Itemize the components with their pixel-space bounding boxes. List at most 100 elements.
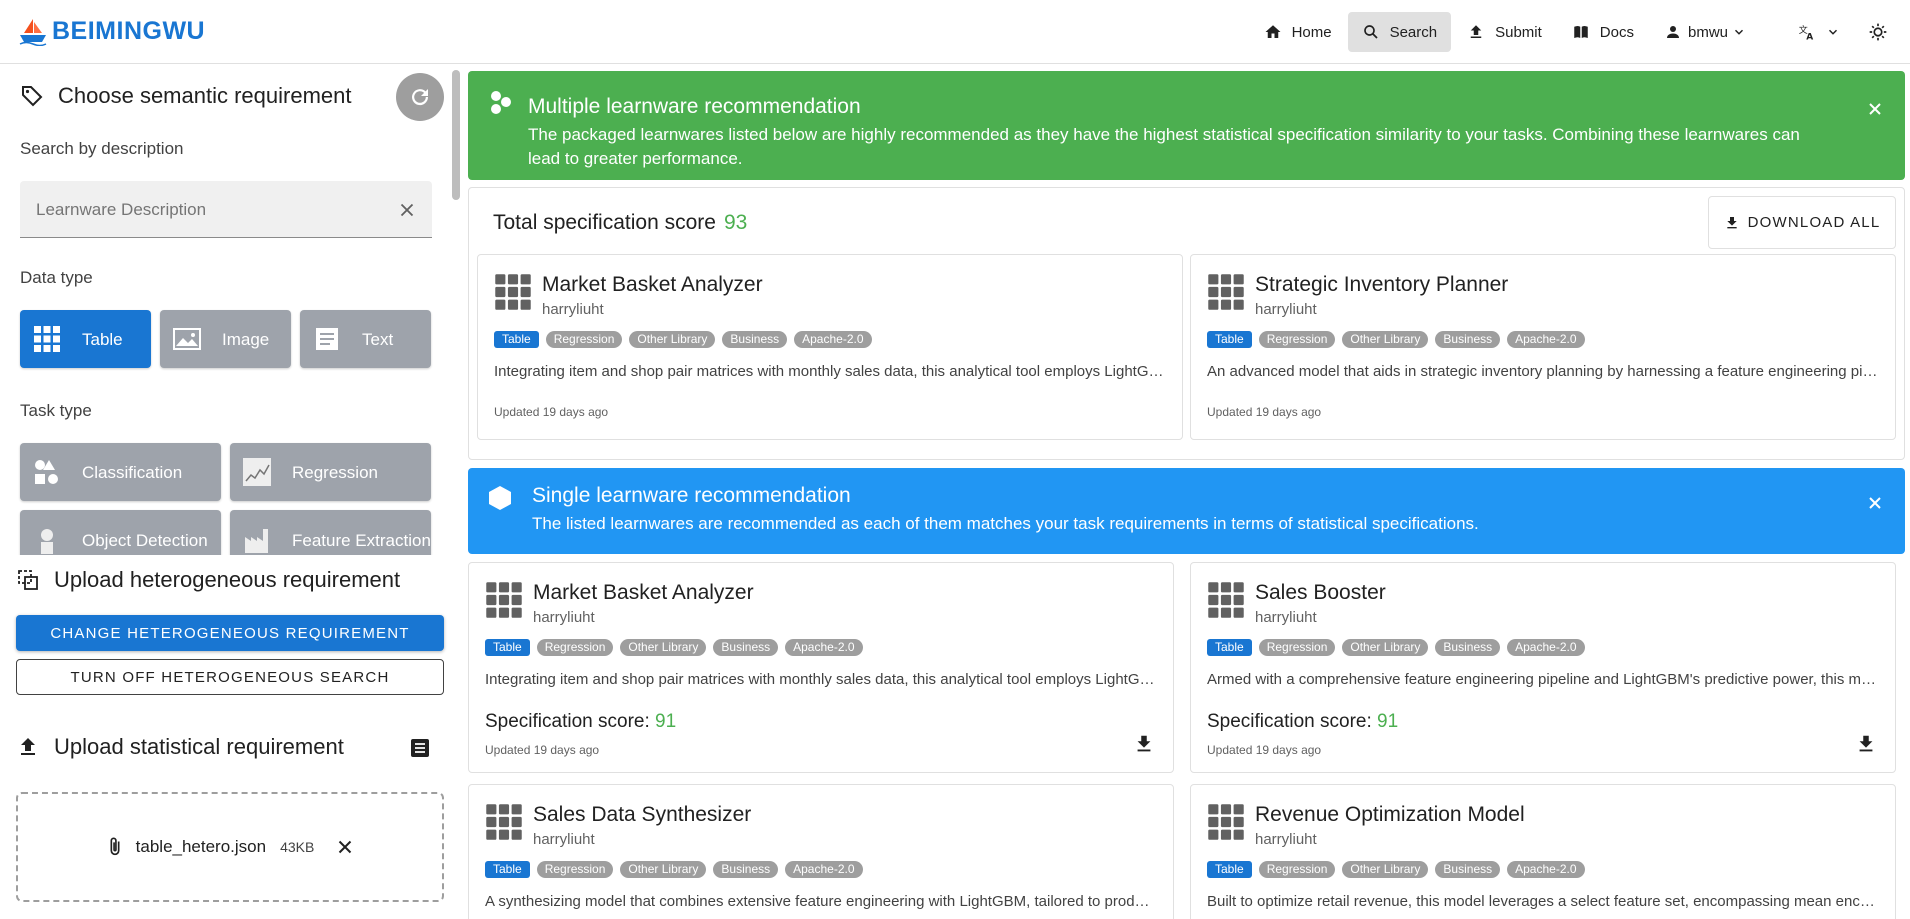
- download-icon[interactable]: [1855, 733, 1877, 755]
- learnware-card[interactable]: Sales Booster harryliuht Table Regressio…: [1190, 562, 1896, 773]
- learnware-card[interactable]: Revenue Optimization Model harryliuht Ta…: [1190, 784, 1896, 919]
- spec-score-label: Specification score:: [485, 711, 656, 732]
- stat-section-header: Upload statistical requirement: [16, 734, 344, 760]
- line-chart-icon: [243, 458, 271, 486]
- upload-icon: [1470, 25, 1482, 38]
- tag: Business: [1435, 331, 1501, 348]
- data-type-table[interactable]: Table: [20, 310, 151, 368]
- card-author: harryliuht: [533, 609, 595, 626]
- svg-text:A: A: [1806, 33, 1813, 42]
- card-title: Market Basket Analyzer: [542, 273, 763, 296]
- data-type-text[interactable]: Text: [300, 310, 431, 368]
- book-icon: [1574, 26, 1588, 38]
- data-type-label: Data type: [20, 268, 93, 287]
- tag: Table: [1207, 639, 1252, 656]
- data-type-table-label: Table: [82, 329, 123, 349]
- tag: Apache-2.0: [785, 639, 863, 656]
- hetero-section-title: Upload heterogeneous requirement: [54, 567, 401, 592]
- nav-user-menu[interactable]: bmwu: [1650, 12, 1760, 52]
- card-author: harryliuht: [1255, 831, 1317, 848]
- nav-home-label: Home: [1291, 23, 1332, 41]
- nav-home[interactable]: Home: [1250, 12, 1346, 52]
- nav-search-label: Search: [1389, 23, 1438, 41]
- card-author: harryliuht: [1255, 301, 1317, 318]
- spec-score-label: Specification score:: [1207, 711, 1378, 732]
- total-score-line: Total specification score 93: [493, 211, 747, 235]
- change-hetero-button[interactable]: Change heterogeneous requirement: [16, 615, 444, 651]
- uploaded-file-name: table_hetero.json: [135, 837, 267, 856]
- task-type-feature-extraction-label: Feature Extraction: [292, 530, 431, 550]
- learnware-card[interactable]: Market Basket Analyzer harryliuht Table …: [468, 562, 1174, 773]
- download-icon: [1726, 216, 1737, 228]
- clear-icon[interactable]: [396, 199, 418, 221]
- card-title: Revenue Optimization Model: [1255, 803, 1525, 826]
- nav-docs-label: Docs: [1599, 23, 1634, 41]
- card-description: A synthesizing model that combines exten…: [485, 893, 1157, 910]
- card-author: harryliuht: [533, 831, 595, 848]
- nav-submit[interactable]: Submit: [1453, 12, 1556, 52]
- shapes-icon: [35, 460, 58, 484]
- tag-list: Table Regression Other Library Business …: [494, 331, 872, 348]
- tag: Other Library: [1342, 861, 1429, 878]
- turn-off-hetero-button[interactable]: Turn off heterogeneous search: [16, 659, 444, 695]
- spec-score: Specification score: 91: [485, 711, 676, 733]
- stat-file-dropzone[interactable]: table_hetero.json 43KB: [16, 792, 444, 902]
- nav-docs[interactable]: Docs: [1558, 12, 1648, 52]
- language-menu[interactable]: 文A: [1784, 12, 1854, 52]
- factory-icon: [245, 529, 268, 553]
- spec-score-value: 91: [655, 711, 677, 732]
- image-icon: [173, 328, 201, 350]
- tag: Business: [1435, 639, 1501, 656]
- chevron-down-icon: [1828, 29, 1838, 35]
- tag: Apache-2.0: [785, 861, 863, 878]
- reset-filters-button[interactable]: [396, 73, 444, 121]
- translate-icon: 文A: [1799, 24, 1814, 42]
- logo[interactable]: BEIMINGWU: [18, 16, 205, 46]
- tag: Other Library: [620, 639, 707, 656]
- task-type-label: Task type: [20, 401, 92, 420]
- close-icon[interactable]: [1867, 495, 1883, 511]
- task-type-object-detection-label: Object Detection: [82, 530, 208, 550]
- learnware-card[interactable]: Sales Data Synthesizer harryliuht Table …: [468, 784, 1174, 919]
- remove-file-icon[interactable]: [334, 836, 356, 858]
- learnware-card[interactable]: Market Basket Analyzer harryliuht Table …: [477, 254, 1183, 440]
- ship-logo-icon: [19, 19, 47, 46]
- tag: Other Library: [620, 861, 707, 878]
- description-input[interactable]: [20, 181, 360, 238]
- upload-icon: [21, 738, 35, 755]
- chevron-down-icon: [1734, 29, 1744, 35]
- download-icon[interactable]: [1133, 733, 1155, 755]
- task-type-regression[interactable]: Regression: [230, 443, 431, 501]
- compare-icon: [18, 570, 38, 590]
- tag: Regression: [545, 331, 623, 348]
- card-title: Sales Data Synthesizer: [533, 803, 752, 826]
- data-type-text-label: Text: [362, 329, 394, 349]
- card-description: An advanced model that aids in strategic…: [1207, 363, 1879, 380]
- tag: Table: [1207, 331, 1252, 348]
- search-icon: [1363, 25, 1378, 39]
- single-alert-text: The listed learnwares are recommended as…: [532, 514, 1479, 533]
- nav-user-label: bmwu: [1687, 23, 1728, 41]
- task-type-classification[interactable]: Classification: [20, 443, 221, 501]
- description-field: [20, 181, 432, 238]
- multi-alert-text: The packaged learnwares listed below are…: [528, 125, 1800, 168]
- theme-toggle[interactable]: [1856, 12, 1900, 52]
- sidebar-scrollbar[interactable]: [452, 70, 460, 200]
- multi-recommendation-alert: Multiple learnware recommendation The pa…: [468, 71, 1905, 180]
- table-grid-icon: [1208, 274, 1244, 310]
- tag: Other Library: [1342, 639, 1429, 656]
- table-grid-icon: [1208, 804, 1244, 840]
- tag: Regression: [536, 639, 614, 656]
- packaged-learnwares: Total specification score 93 DOWNLOAD ALL…: [468, 187, 1905, 460]
- data-type-image[interactable]: Image: [160, 310, 291, 368]
- tag: Table: [494, 331, 539, 348]
- nav-search[interactable]: Search: [1347, 12, 1452, 52]
- card-title: Market Basket Analyzer: [533, 581, 754, 604]
- tag: Business: [722, 331, 788, 348]
- download-all-button[interactable]: DOWNLOAD ALL: [1708, 196, 1896, 249]
- tag-list: Table Regression Other Library Business …: [1207, 331, 1585, 348]
- spec-table-icon[interactable]: [408, 736, 432, 760]
- learnware-card[interactable]: Strategic Inventory Planner harryliuht T…: [1190, 254, 1896, 440]
- close-icon[interactable]: [1867, 101, 1883, 117]
- tag: Business: [713, 639, 779, 656]
